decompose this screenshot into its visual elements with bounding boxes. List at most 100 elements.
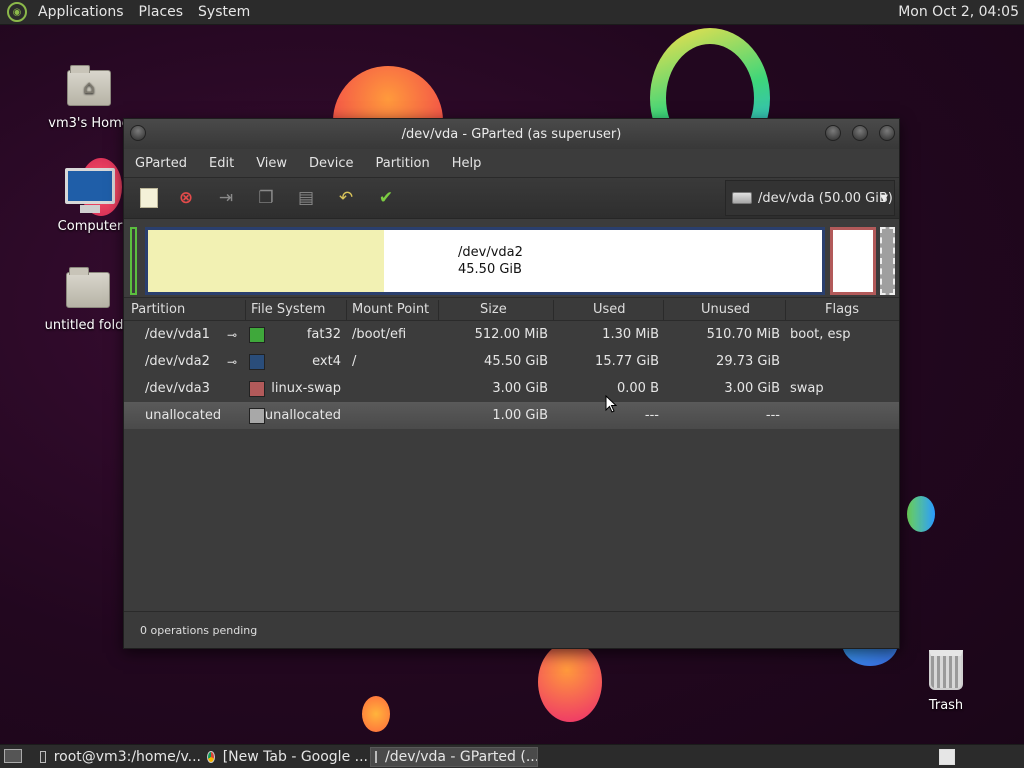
menubar: GParted Edit View Device Partition Help <box>124 149 899 177</box>
key-icon: ⊸ <box>227 328 238 342</box>
gparted-window: /dev/vda - GParted (as superuser) GParte… <box>123 118 900 649</box>
column-size[interactable]: Size <box>480 302 507 317</box>
partition-visualizer: /dev/vda2 45.50 GiB <box>124 219 899 297</box>
menu-view[interactable]: View <box>256 156 287 171</box>
operations-pending-status: 0 operations pending <box>140 623 258 637</box>
folder-icon <box>66 267 110 308</box>
partition-list: /dev/vda1 ⊸ fat32 /boot/efi 512.00 MiB 1… <box>124 321 899 501</box>
copy-icon[interactable]: ❐ <box>254 186 278 210</box>
window-titlebar[interactable]: /dev/vda - GParted (as superuser) <box>124 119 899 149</box>
desktop-icon-computer[interactable]: Computer <box>50 168 130 234</box>
taskbar-item-label: root@vm3:/home/v... <box>53 749 201 765</box>
filesystem-color-swatch <box>249 381 265 397</box>
dropdown-arrow-icon: ▼ <box>880 193 888 204</box>
partition-block-vda2[interactable]: /dev/vda2 45.50 GiB <box>145 227 825 295</box>
wallpaper-shape <box>907 496 935 532</box>
table-row-selected[interactable]: unallocated unallocated 1.00 GiB --- --- <box>124 402 899 429</box>
column-used[interactable]: Used <box>593 302 626 317</box>
paste-icon[interactable]: ▤ <box>294 186 318 210</box>
cell-file-system: linux-swap <box>271 381 341 396</box>
chrome-icon <box>207 751 215 763</box>
desktop-icon-trash[interactable]: Trash <box>916 650 976 713</box>
trash-icon <box>929 650 963 690</box>
table-row[interactable]: /dev/vda1 ⊸ fat32 /boot/efi 512.00 MiB 1… <box>124 321 899 348</box>
panel-menu-applications[interactable]: Applications <box>34 4 128 20</box>
taskbar-item-chrome[interactable]: [New Tab - Google ... <box>203 747 368 767</box>
desktop-icon-untitled-folder[interactable]: untitled folde <box>40 267 136 333</box>
maximize-button[interactable] <box>852 125 868 141</box>
mate-logo-icon[interactable]: ◉ <box>7 2 27 22</box>
window-menu-button[interactable] <box>130 125 146 141</box>
panel-clock[interactable]: Mon Oct 2, 04:05 <box>898 4 1019 20</box>
cell-used: 0.00 B <box>617 381 659 396</box>
column-file-system[interactable]: File System <box>251 302 325 317</box>
undo-icon[interactable]: ↶ <box>334 186 358 210</box>
table-row[interactable]: /dev/vda2 ⊸ ext4 / 45.50 GiB 15.77 GiB 2… <box>124 348 899 375</box>
cell-mount-point: / <box>352 354 357 369</box>
filesystem-color-swatch <box>249 408 265 424</box>
delete-icon[interactable]: ⊗ <box>174 186 198 210</box>
partition-block-label: /dev/vda2 45.50 GiB <box>458 244 523 278</box>
device-selector[interactable]: /dev/vda (50.00 GiB) ▼ <box>725 180 895 216</box>
wallpaper-shape <box>362 696 390 732</box>
top-panel: ◉ Applications Places System Mon Oct 2, … <box>0 0 1024 25</box>
bottom-taskbar: root@vm3:/home/v... [New Tab - Google ..… <box>0 744 1024 768</box>
cell-flags: swap <box>790 381 824 396</box>
terminal-icon <box>40 751 46 763</box>
partition-block-unallocated[interactable] <box>880 227 895 295</box>
menu-device[interactable]: Device <box>309 156 353 171</box>
column-partition[interactable]: Partition <box>131 302 185 317</box>
cell-unused: 510.70 MiB <box>706 327 780 342</box>
wallpaper-shape <box>538 642 602 722</box>
menu-gparted[interactable]: GParted <box>135 156 187 171</box>
resize-move-icon[interactable]: ⇥ <box>214 186 238 210</box>
mouse-cursor-icon <box>605 395 617 413</box>
partition-block-vda1[interactable] <box>130 227 137 295</box>
minimize-button[interactable] <box>825 125 841 141</box>
menu-edit[interactable]: Edit <box>209 156 234 171</box>
partition-block-vda3[interactable] <box>830 227 876 295</box>
menu-partition[interactable]: Partition <box>376 156 430 171</box>
workspace-switcher[interactable] <box>939 749 955 765</box>
cell-size: 512.00 MiB <box>474 327 548 342</box>
hard-disk-icon <box>732 192 752 204</box>
computer-icon <box>65 168 115 213</box>
key-icon: ⊸ <box>227 355 238 369</box>
column-unused[interactable]: Unused <box>701 302 750 317</box>
desktop-icon-label: vm3's Home <box>48 116 130 131</box>
partition-block-name: /dev/vda2 <box>458 245 523 260</box>
panel-menu-system[interactable]: System <box>194 4 254 20</box>
cell-file-system: unallocated <box>264 408 341 423</box>
desktop-icon-label: untitled folde <box>44 318 132 333</box>
desktop-icon-label: Trash <box>928 698 964 713</box>
cell-unused: 3.00 GiB <box>724 381 780 396</box>
taskbar-item-gparted[interactable]: /dev/vda - GParted (... <box>370 747 538 767</box>
partition-table-header: Partition File System Mount Point Size U… <box>124 297 899 321</box>
window-title: /dev/vda - GParted (as superuser) <box>401 126 622 142</box>
status-bar: 0 operations pending <box>124 611 899 648</box>
home-folder-icon: ⌂ <box>67 65 111 106</box>
taskbar-item-terminal[interactable]: root@vm3:/home/v... <box>36 747 201 767</box>
column-mount-point[interactable]: Mount Point <box>352 302 429 317</box>
filesystem-color-swatch <box>249 327 265 343</box>
cell-size: 45.50 GiB <box>484 354 548 369</box>
cell-used: 15.77 GiB <box>595 354 659 369</box>
taskbar-item-label: /dev/vda - GParted (... <box>385 749 538 765</box>
show-desktop-icon[interactable] <box>4 749 22 763</box>
desktop-icon-home[interactable]: ⌂ vm3's Home <box>44 65 134 131</box>
partition-used-fill <box>148 230 384 292</box>
partition-block-size: 45.50 GiB <box>458 262 522 277</box>
close-button[interactable] <box>879 125 895 141</box>
toolbar: ⊗ ⇥ ❐ ▤ ↶ ✔ /dev/vda (50.00 GiB) ▼ <box>124 177 899 219</box>
new-partition-icon[interactable] <box>140 188 158 208</box>
apply-icon[interactable]: ✔ <box>374 186 398 210</box>
cell-flags: boot, esp <box>790 327 851 342</box>
panel-menu-places[interactable]: Places <box>135 4 188 20</box>
taskbar-item-label: [New Tab - Google ... <box>222 749 368 765</box>
menu-help[interactable]: Help <box>452 156 482 171</box>
cell-partition: unallocated <box>145 408 222 423</box>
filesystem-color-swatch <box>249 354 265 370</box>
cell-file-system: ext4 <box>312 354 341 369</box>
table-row[interactable]: /dev/vda3 linux-swap 3.00 GiB 0.00 B 3.0… <box>124 375 899 402</box>
column-flags[interactable]: Flags <box>825 302 859 317</box>
